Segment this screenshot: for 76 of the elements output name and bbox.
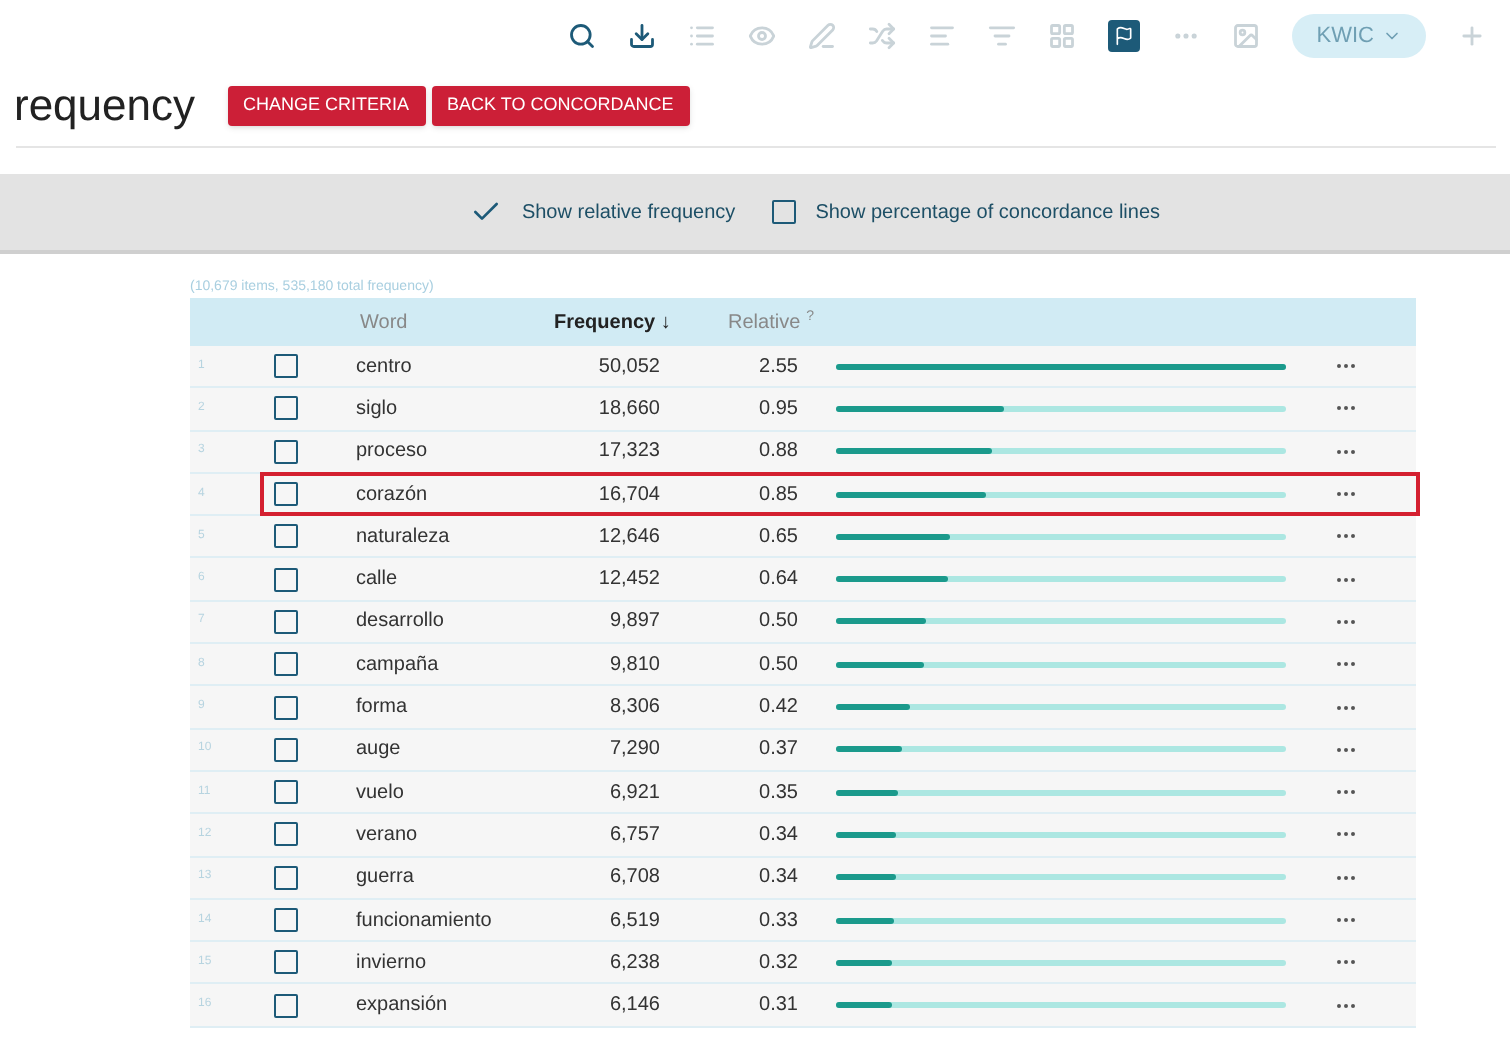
word-cell-text: verano [356, 821, 420, 850]
action-button[interactable]: BACK TO CONCORDANCE [431, 85, 690, 125]
checkbox[interactable] [274, 822, 298, 847]
word-cell-text: campaña [356, 651, 441, 680]
word-cell-text: guerra [356, 864, 416, 893]
checkbox[interactable] [274, 780, 298, 805]
relative-cell-text: 0.42 [757, 694, 798, 723]
relative-cell-text: 0.95 [757, 395, 798, 424]
word-cell-text: expansión [356, 992, 450, 1021]
relative-cell-text: 0.35 [757, 779, 798, 808]
relative-cell-text: 0.65 [757, 523, 798, 552]
frequency-cell-text: 8,306 [607, 694, 660, 723]
checkbox[interactable] [274, 737, 298, 762]
frequency-cell-text: 6,146 [607, 992, 660, 1021]
frequency-cell-text: 12,646 [596, 523, 660, 552]
option-label: Show relative frequency [521, 199, 736, 227]
word-cell-text: corazón [356, 481, 430, 510]
checkbox[interactable] [274, 609, 298, 634]
word-cell-text: vuelo [356, 779, 406, 808]
frequency-cell-text: 6,238 [607, 949, 660, 978]
checkbox[interactable] [274, 695, 298, 720]
column-header[interactable]: Relative $^{?}$ [728, 307, 848, 337]
relative-cell-text: 0.85 [757, 481, 798, 510]
relative-cell-text: 0.50 [757, 608, 798, 637]
relative-cell-text: 0.88 [757, 438, 798, 467]
checkbox[interactable] [274, 908, 298, 932]
frequency-cell-text: 6,519 [607, 907, 660, 935]
word-cell-text: invierno [356, 949, 429, 978]
frequency-cell-text: 50,052 [596, 353, 660, 382]
frequency-cell-text: 6,921 [607, 779, 660, 808]
column-header[interactable]: Frequency ↓ [554, 307, 706, 337]
word-cell-text: forma [356, 694, 410, 723]
frequency-cell-text: 7,290 [607, 736, 660, 765]
relative-cell-text: 0.37 [757, 736, 798, 765]
page-title: requency [14, 78, 196, 134]
flag-icon[interactable] [1108, 20, 1141, 52]
column-header[interactable]: Word [360, 307, 480, 337]
frequency-cell-text: 6,757 [607, 821, 660, 850]
relative-cell-text: 0.33 [757, 907, 798, 935]
checkbox[interactable] [274, 354, 298, 379]
frequency-cell-text: 12,452 [596, 566, 660, 595]
relative-cell-text: 0.32 [757, 949, 798, 978]
relative-cell-text: 0.34 [757, 864, 798, 893]
word-cell-text: naturaleza [356, 523, 452, 552]
download-icon[interactable] [628, 22, 657, 50]
option-label: Show percentage of concordance lines [815, 199, 1161, 227]
checkbox[interactable] [274, 396, 298, 421]
relative-cell-text: 0.34 [757, 821, 798, 850]
frequency-cell-text: 16,704 [596, 481, 660, 510]
relative-cell-text: 0.31 [757, 992, 798, 1021]
frequency-cell-text: 9,897 [607, 608, 660, 637]
search-icon[interactable] [568, 22, 597, 50]
relative-cell-text: 2.55 [757, 353, 798, 382]
word-cell-text: siglo [356, 395, 400, 424]
checkbox[interactable] [274, 652, 298, 677]
checkbox[interactable] [274, 439, 298, 464]
frequency-cell-text: 9,810 [607, 651, 660, 680]
word-cell-text: auge [356, 736, 403, 765]
word-cell-text: desarrollo [356, 608, 446, 637]
word-cell-text: proceso [356, 438, 430, 467]
checkbox[interactable] [274, 950, 298, 975]
checkbox[interactable] [274, 865, 298, 890]
action-button[interactable]: CHANGE CRITERIA [227, 85, 426, 125]
frequency-cell-text: 6,708 [607, 864, 660, 893]
word-cell-text: funcionamiento [356, 907, 494, 935]
checkbox[interactable] [274, 993, 298, 1018]
frequency-cell-text: 17,323 [596, 438, 660, 467]
checkbox[interactable] [274, 567, 298, 592]
relative-cell-text: 0.50 [757, 651, 798, 680]
frequency-cell-text: 18,660 [596, 395, 660, 424]
checkbox[interactable] [771, 200, 796, 224]
word-cell-text: centro [356, 353, 414, 382]
checkbox[interactable] [274, 482, 298, 507]
relative-cell-text: 0.64 [757, 566, 798, 595]
word-cell-text: calle [356, 566, 400, 595]
checkbox[interactable] [274, 524, 298, 549]
